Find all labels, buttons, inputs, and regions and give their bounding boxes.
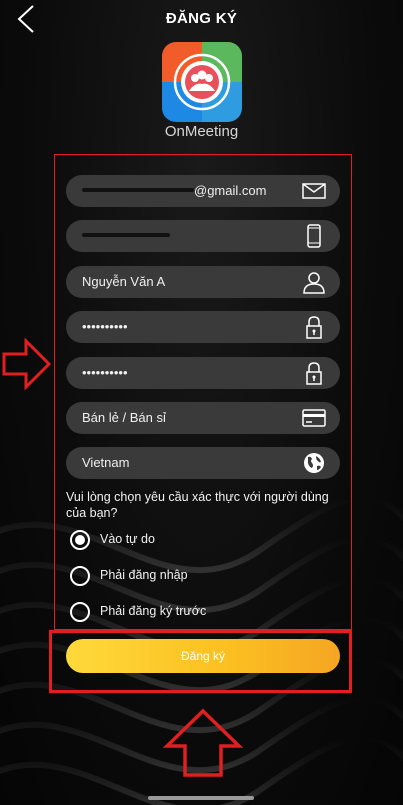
radio-label: Phải đăng nhập: [100, 568, 188, 582]
radio-selected-icon: [70, 530, 90, 550]
radio-unselected-icon: [70, 602, 90, 622]
arrow-up-icon: [163, 708, 243, 777]
lock-icon: [306, 316, 322, 339]
arrow-right-icon: [2, 338, 52, 390]
radio-require-registration[interactable]: Phải đăng ký trước: [70, 601, 310, 623]
name-field[interactable]: Nguyễn Văn A: [66, 266, 340, 298]
password-value: ••••••••••: [82, 319, 128, 334]
home-indicator: [148, 796, 254, 800]
user-icon: [303, 272, 325, 294]
lock-icon: [306, 362, 322, 385]
email-field[interactable]: @gmail.com: [66, 175, 340, 207]
app-name: OnMeeting: [164, 123, 239, 140]
redacted-phone: [82, 233, 170, 237]
top-bar: ĐĂNG KÝ: [0, 0, 403, 38]
radio-label: Vào tự do: [100, 532, 155, 546]
email-value: @gmail.com: [194, 183, 267, 198]
globe-icon: [304, 453, 324, 473]
page-title: ĐĂNG KÝ: [165, 10, 238, 27]
mail-icon: [302, 183, 326, 199]
confirm-password-value: ••••••••••: [82, 365, 128, 380]
country-field[interactable]: Vietnam: [66, 447, 340, 479]
business-type-field[interactable]: Bán lẻ / Bán sỉ: [66, 402, 340, 434]
register-button[interactable]: Đăng ký: [66, 639, 340, 673]
radio-free-entry[interactable]: Vào tự do: [70, 529, 310, 551]
name-value: Nguyễn Văn A: [82, 274, 166, 289]
country-value: Vietnam: [82, 455, 130, 470]
card-icon: [302, 409, 326, 427]
business-type-value: Bán lẻ / Bán sỉ: [82, 410, 166, 425]
confirm-password-field[interactable]: ••••••••••: [66, 357, 340, 389]
password-field[interactable]: ••••••••••: [66, 311, 340, 343]
app-logo: [162, 42, 242, 122]
radio-label: Phải đăng ký trước: [100, 604, 207, 618]
radio-require-login[interactable]: Phải đăng nhập: [70, 565, 310, 587]
phone-icon: [307, 224, 321, 248]
radio-unselected-icon: [70, 566, 90, 586]
auth-prompt: Vui lòng chọn yêu cầu xác thực với người…: [66, 490, 329, 520]
phone-field[interactable]: [66, 220, 340, 252]
redacted-email: [82, 188, 194, 192]
